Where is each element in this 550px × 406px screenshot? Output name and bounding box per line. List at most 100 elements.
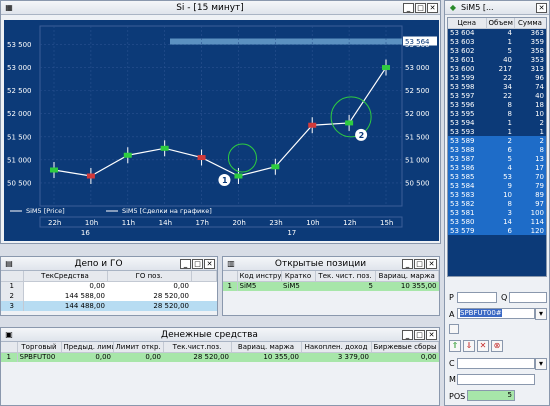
orderbook-ask-row[interactable]: 53 603 1 359 <box>448 37 546 46</box>
minimize-button[interactable]: _ <box>403 2 414 13</box>
trade-marker <box>50 167 58 173</box>
money-row[interactable]: 1 SPBFUT00 0,00 0,00 28 520,00 10 355,00 3 379… <box>1 352 439 362</box>
table-cell: 1 <box>486 127 514 136</box>
price-label: P <box>449 293 454 302</box>
table-cell: 97 <box>514 199 546 208</box>
account-checkbox[interactable] <box>449 324 459 334</box>
highlight-ring <box>227 143 257 173</box>
table-cell: SPBFUT00 <box>17 352 61 362</box>
x-tick-label: 10h <box>85 219 98 227</box>
chart-titlebar[interactable]: ▦ Si - [15 минут] _ □ ✕ <box>1 1 440 15</box>
orderbook-ask-row[interactable]: 53 601 40 353 <box>448 55 546 64</box>
table-cell: 53 588 <box>448 145 486 154</box>
account-label: A <box>449 310 455 319</box>
position-row[interactable]: 1 SiM5 SiM5 5 10 355,00 <box>223 281 439 291</box>
table-cell: 3 379,00 <box>301 352 371 362</box>
orderbook-ask-row[interactable]: 53 600 217 313 <box>448 64 546 73</box>
table-cell: 96 <box>514 73 546 82</box>
table-cell: 10 355,00 <box>375 281 439 291</box>
table-cell: 8 <box>514 145 546 154</box>
orderbook-close-button[interactable]: ✕ <box>536 2 547 13</box>
depo-close-button[interactable]: ✕ <box>204 258 215 269</box>
orderbook-table-container[interactable]: Цена Объем Сумма 53 604 4 363 53 603 1 359 53 … <box>447 17 547 277</box>
orderbook-bid-row[interactable]: 53 586 4 17 <box>448 163 546 172</box>
m-input[interactable] <box>457 374 535 385</box>
orderbook-bid-row[interactable]: 53 581 3 100 <box>448 208 546 217</box>
cancel-orders-icon[interactable]: ✕ <box>477 340 489 352</box>
maximize-button[interactable]: □ <box>415 2 426 13</box>
orderbook-bid-row[interactable]: 53 582 8 97 <box>448 199 546 208</box>
table-cell: 53 594 <box>448 118 486 127</box>
depo-minimize-button[interactable]: _ <box>180 258 191 269</box>
orderbook-bid-row[interactable]: 53 580 14 114 <box>448 217 546 226</box>
marker-label: 2 <box>359 131 365 140</box>
orderbook-ask-row[interactable]: 53 602 5 358 <box>448 46 546 55</box>
orderbook-ask-row[interactable]: 53 597 22 40 <box>448 91 546 100</box>
table-cell: 53 595 <box>448 109 486 118</box>
money-close-button[interactable]: ✕ <box>426 329 437 340</box>
table-cell: 53 596 <box>448 100 486 109</box>
y-tick-label-left: 52 500 <box>7 87 32 95</box>
close-position-icon[interactable]: ⊗ <box>491 340 503 352</box>
orderbook-bid-row[interactable]: 53 579 6 120 <box>448 226 546 235</box>
chart-canvas[interactable]: 53 50053 50053 00053 00052 50052 50052 0… <box>4 20 439 241</box>
positions-minimize-button[interactable]: _ <box>402 258 413 269</box>
depo-col-num <box>1 271 24 282</box>
table-cell: 53 586 <box>448 163 486 172</box>
money-col-num <box>1 342 18 353</box>
orderbook-titlebar[interactable]: ◆ SiM5 [... ✕ <box>445 1 549 15</box>
table-cell: 2 <box>1 291 24 301</box>
orderbook-ask-row[interactable]: 53 598 34 74 <box>448 82 546 91</box>
orderbook-bid-row[interactable]: 53 583 10 89 <box>448 190 546 199</box>
sell-icon[interactable]: ⇓ <box>463 340 475 352</box>
orderbook-ask-row[interactable]: 53 604 4 363 <box>448 28 546 37</box>
money-minimize-button[interactable]: _ <box>402 329 413 340</box>
y-tick-label-right: 53 000 <box>405 64 430 72</box>
depo-maximize-button[interactable]: □ <box>192 258 203 269</box>
orderbook-bid-row[interactable]: 53 588 6 8 <box>448 145 546 154</box>
x-tick-label: 14h <box>159 219 172 227</box>
orderbook-bid-row[interactable]: 53 589 2 2 <box>448 136 546 145</box>
account-select[interactable]: SPBFUT00# <box>457 308 535 319</box>
orderbook-bid-row[interactable]: 53 584 9 79 <box>448 181 546 190</box>
price-chart[interactable]: 53 50053 50053 00053 00052 50052 50052 0… <box>4 20 439 241</box>
depo-titlebar[interactable]: ▤ Депо и ГО _ □ ✕ <box>1 257 217 271</box>
qty-input[interactable] <box>509 292 547 303</box>
table-cell: 144 488,00 <box>23 301 107 311</box>
price-input[interactable] <box>457 292 497 303</box>
positions-maximize-button[interactable]: □ <box>414 258 425 269</box>
table-cell: 359 <box>514 37 546 46</box>
money-titlebar[interactable]: ▣ Денежные средства _ □ ✕ <box>1 328 439 342</box>
table-cell: 6 <box>486 145 514 154</box>
close-button[interactable]: ✕ <box>427 2 438 13</box>
depo-row[interactable]: 1 0,00 0,00 <box>1 281 217 291</box>
c-select[interactable] <box>457 358 535 369</box>
table-cell: 358 <box>514 46 546 55</box>
orderbook-ask-row[interactable]: 53 594 1 2 <box>448 118 546 127</box>
y-tick-label-left: 50 500 <box>7 179 32 187</box>
table-cell: 2 <box>486 136 514 145</box>
table-cell: 53 602 <box>448 46 486 55</box>
orderbook-ask-row[interactable]: 53 599 22 96 <box>448 73 546 82</box>
positions-close-button[interactable]: ✕ <box>426 258 437 269</box>
account-dropdown-icon[interactable]: ▾ <box>535 308 547 320</box>
depo-row[interactable]: 2 144 588,00 28 520,00 <box>1 291 217 301</box>
table-cell: 217 <box>486 64 514 73</box>
orderbook-ask-row[interactable]: 53 593 1 1 <box>448 127 546 136</box>
positions-titlebar[interactable]: ▥ Открытые позиции _ □ ✕ <box>223 257 439 271</box>
orderbook-ask-row[interactable]: 53 595 8 10 <box>448 109 546 118</box>
depo-row[interactable]: 3 144 488,00 28 520,00 <box>1 301 217 311</box>
table-cell: 28 520,00 <box>107 301 191 311</box>
table-cell: 22 <box>486 73 514 82</box>
buy-icon[interactable]: ⇑ <box>449 340 461 352</box>
table-cell: 53 604 <box>448 28 486 37</box>
c-dropdown-icon[interactable]: ▾ <box>535 358 547 370</box>
orderbook-ask-row[interactable]: 53 596 8 18 <box>448 100 546 109</box>
orderbook-bid-row[interactable]: 53 587 5 13 <box>448 154 546 163</box>
table-cell: 1 <box>514 127 546 136</box>
orderbook-bid-row[interactable]: 53 585 53 70 <box>448 172 546 181</box>
trade-marker <box>123 152 132 158</box>
depo-table: ТекСредства ГО поз. 1 0,00 0,00 2 144 588,00… <box>1 271 217 311</box>
money-maximize-button[interactable]: □ <box>414 329 425 340</box>
table-cell: 22 <box>486 91 514 100</box>
